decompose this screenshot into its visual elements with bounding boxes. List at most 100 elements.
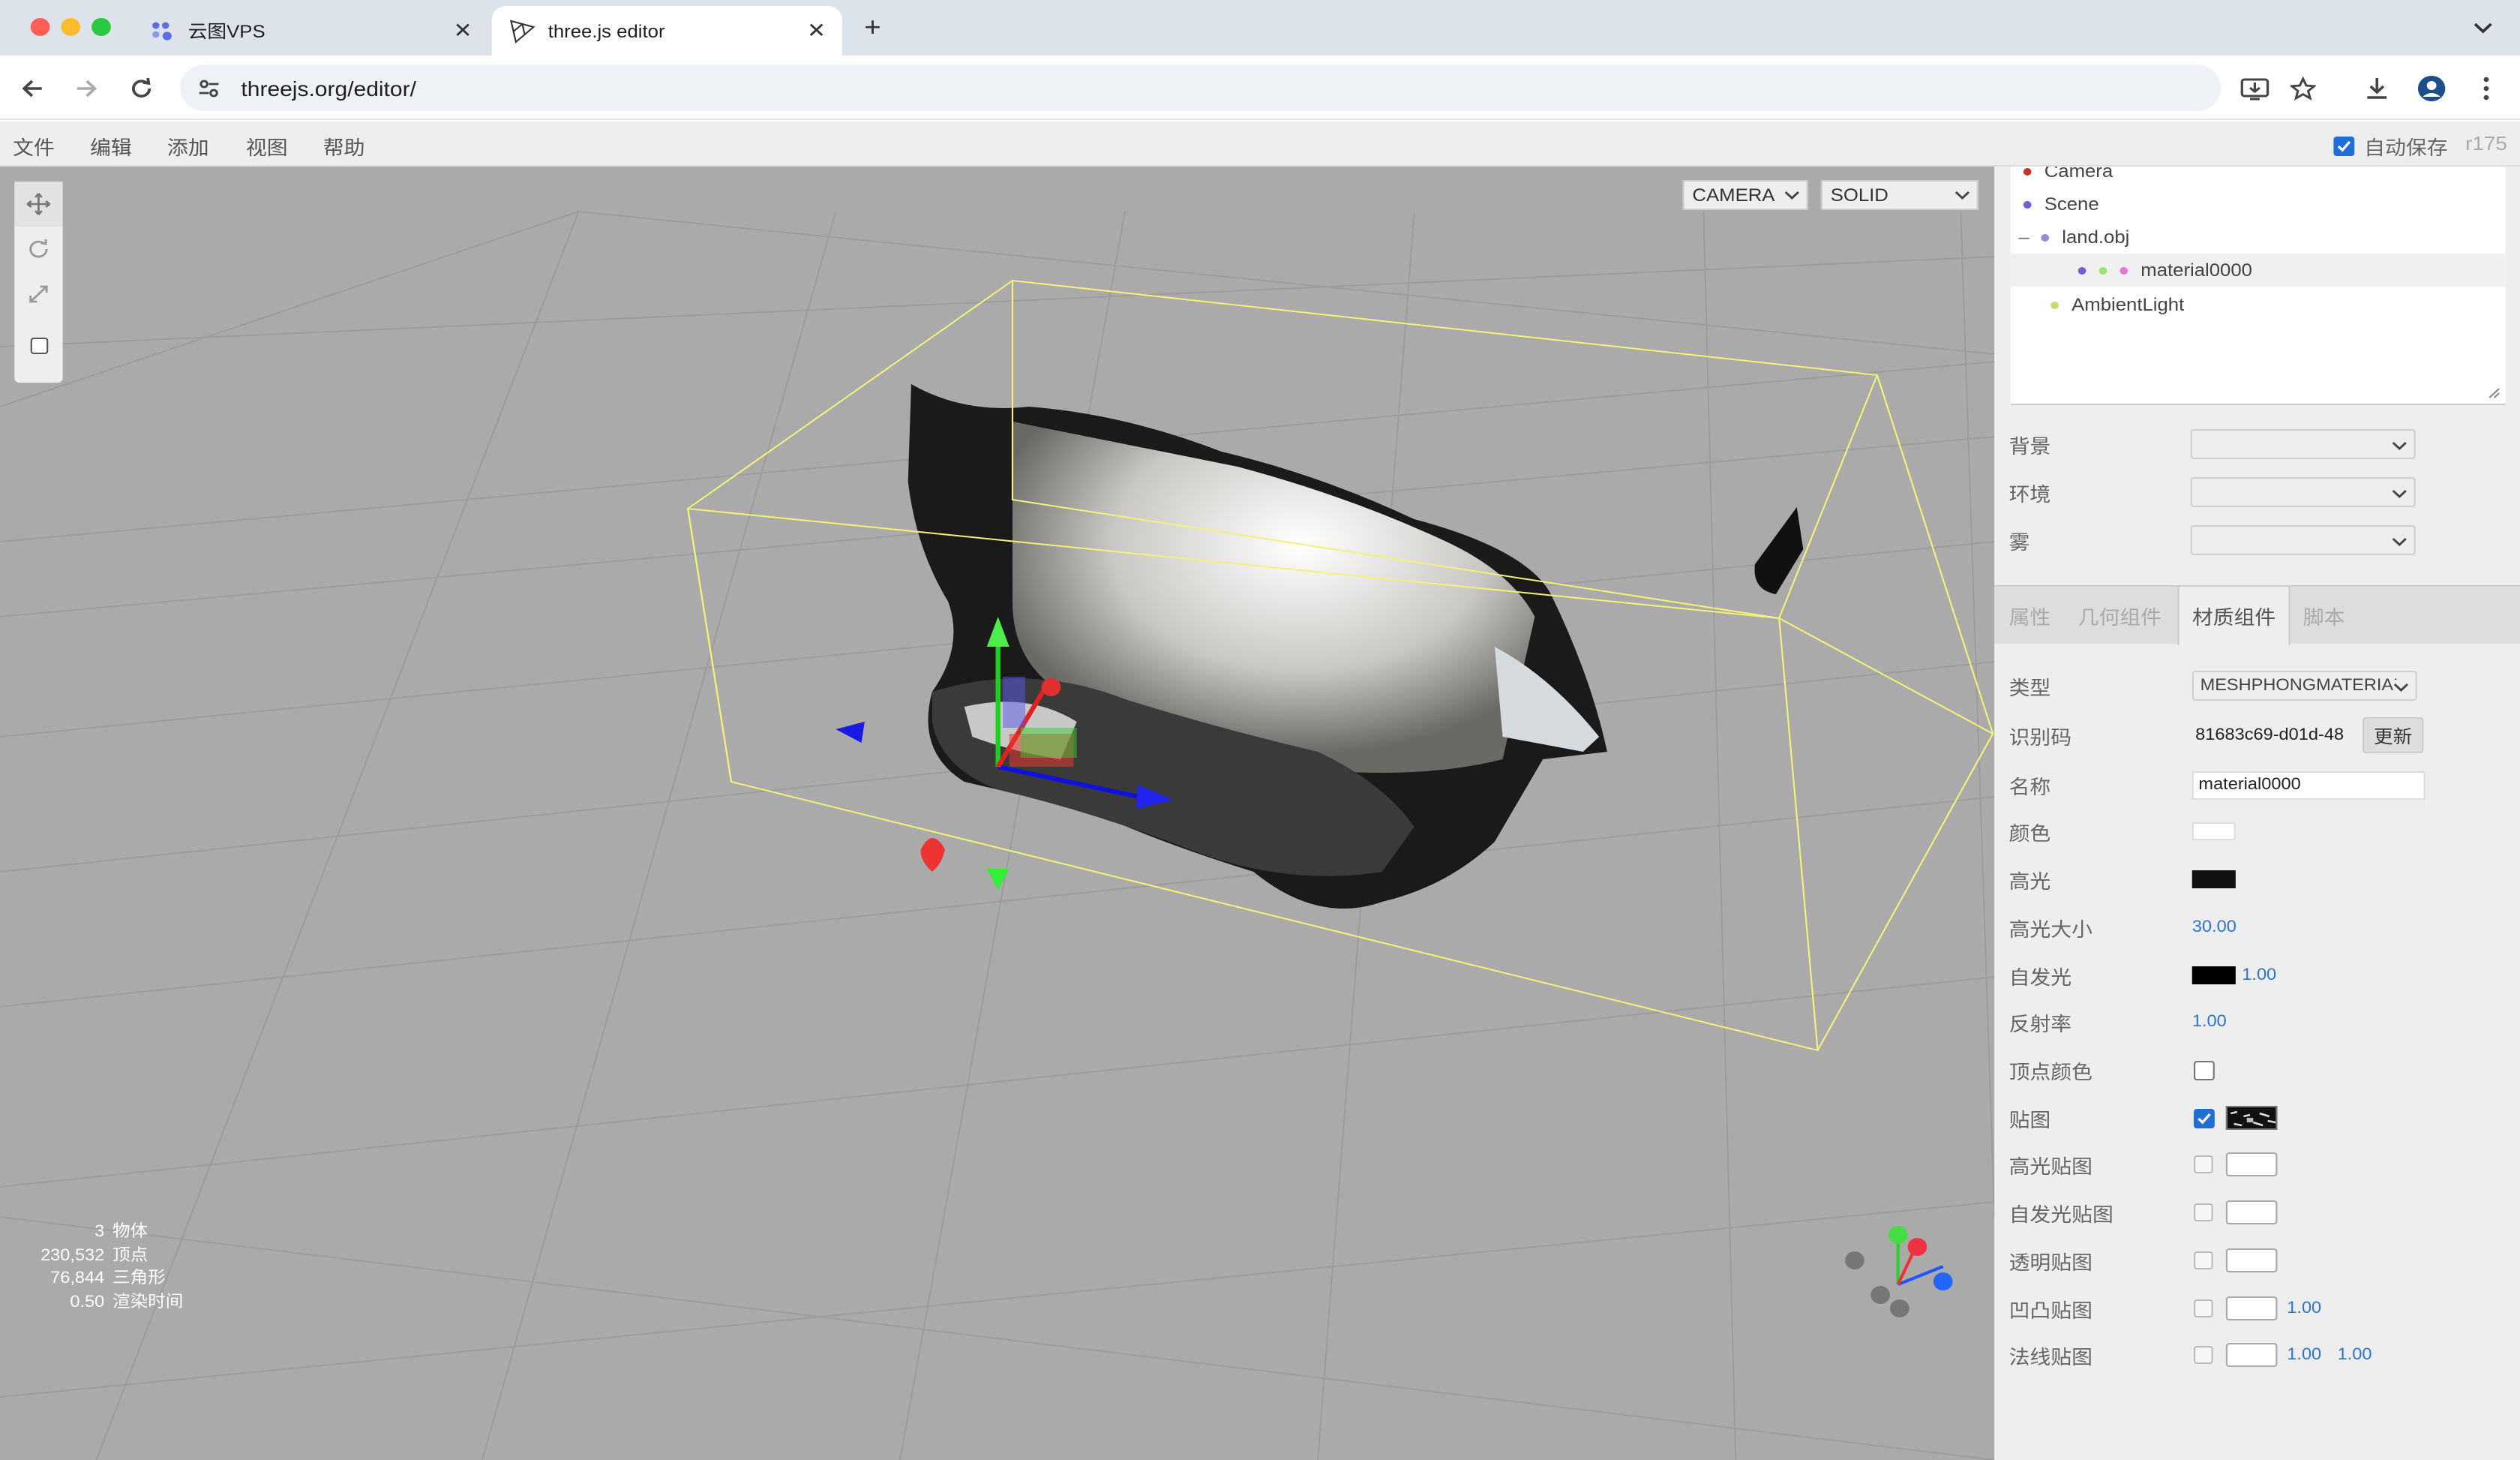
browser-tab-threejs[interactable]: three.js editor ✕: [491, 6, 842, 56]
material-specular-label: 高光: [2008, 870, 2051, 892]
specular-swatch[interactable]: [2192, 870, 2236, 888]
background-row: 背景: [2009, 429, 2416, 459]
window-maximize-button[interactable]: [92, 18, 111, 36]
normal-map-checkbox[interactable]: [2194, 1346, 2213, 1364]
shading-select[interactable]: SOLID: [1820, 180, 1978, 210]
bookmark-button[interactable]: [2285, 72, 2320, 105]
vertex-colors-checkbox[interactable]: [2194, 1060, 2215, 1080]
menu-view[interactable]: 视图: [246, 132, 288, 161]
outliner-item-ambientlight[interactable]: AmbientLight: [2050, 288, 2184, 321]
material-alpha-map-row: 透明贴图: [2009, 1242, 2278, 1278]
background-select[interactable]: [2190, 429, 2416, 459]
normal-map-slot[interactable]: [2225, 1343, 2278, 1367]
rotate-tool-button[interactable]: [14, 227, 62, 272]
local-checkbox[interactable]: [29, 337, 48, 353]
bump-map-checkbox[interactable]: [2194, 1299, 2213, 1317]
view-helper-icon[interactable]: [1845, 1226, 1953, 1317]
uuid-update-button[interactable]: 更新: [2362, 717, 2424, 753]
tab-search-button[interactable]: [2465, 12, 2500, 45]
fog-label: 雾: [2008, 530, 2030, 553]
menu-file[interactable]: 文件: [13, 132, 55, 161]
material-name-input[interactable]: material0000: [2192, 771, 2426, 799]
forward-button[interactable]: [69, 72, 104, 105]
tab-title: three.js editor: [548, 20, 665, 41]
normal-scale-x-value[interactable]: 1.00: [2287, 1346, 2321, 1364]
bump-map-slot[interactable]: [2225, 1296, 2278, 1320]
tab-geometry[interactable]: 几何组件: [2078, 587, 2162, 645]
tab-material[interactable]: 材质组件: [2177, 587, 2290, 645]
environment-select[interactable]: [2190, 477, 2416, 507]
alpha-map-checkbox[interactable]: [2194, 1251, 2213, 1269]
local-space-toggle[interactable]: [14, 323, 62, 368]
translate-tool-button[interactable]: [14, 182, 63, 227]
specular-map-label: 高光贴图: [2008, 1155, 2093, 1177]
viewport[interactable]: CAMERA SOLID 3 物体 230,532 顶点 76,844 三角形 0.5…: [0, 167, 1995, 1460]
material-dot-icon: [2120, 266, 2128, 274]
scan-model[interactable]: [908, 384, 1804, 909]
outliner-item-material0000[interactable]: material0000: [2010, 254, 2506, 287]
url-text: threejs.org/editor/: [241, 76, 416, 100]
install-icon: [2240, 78, 2270, 101]
tab-script[interactable]: 脚本: [2303, 587, 2345, 645]
specular-map-slot[interactable]: [2225, 1152, 2278, 1176]
material-type-row: 类型 MESHPHONGMATERIAL: [2009, 668, 2417, 704]
collapse-toggle-icon[interactable]: –: [2018, 227, 2041, 248]
arrow-left-icon: [22, 80, 42, 98]
specular-map-checkbox[interactable]: [2194, 1155, 2213, 1173]
camera-select-value: CAMERA: [1692, 185, 1775, 206]
url-host: threejs.org: [241, 76, 348, 100]
fog-select[interactable]: [2190, 525, 2416, 555]
normal-scale-y-value[interactable]: 1.00: [2338, 1346, 2372, 1364]
scene-outliner[interactable]: Camera Scene – land.obj material0000 Amb…: [2010, 167, 2506, 405]
alpha-map-slot[interactable]: [2225, 1248, 2278, 1272]
browser-tab-bar: 云图VPS ✕ three.js editor ✕ +: [0, 0, 2520, 56]
outliner-item-land-obj[interactable]: – land.obj: [2018, 221, 2129, 254]
rotate-icon: [29, 239, 48, 258]
shininess-value[interactable]: 30.00: [2192, 918, 2236, 936]
menu-add[interactable]: 添加: [167, 132, 209, 161]
color-swatch[interactable]: [2192, 822, 2236, 840]
outliner-item-camera[interactable]: Camera: [2023, 167, 2113, 188]
scale-tool-button[interactable]: [14, 272, 62, 317]
autosave-checkbox[interactable]: [2333, 137, 2355, 156]
material-uuid-row: 识别码 81683c69-d01d-48 更新: [2009, 717, 2424, 753]
material-color-label: 颜色: [2008, 822, 2051, 844]
window-minimize-button[interactable]: [61, 18, 81, 36]
site-settings-icon[interactable]: [196, 76, 221, 100]
map-checkbox[interactable]: [2194, 1108, 2215, 1128]
downloads-button[interactable]: [2360, 72, 2395, 105]
emissive-map-slot[interactable]: [2225, 1200, 2278, 1224]
window-close-button[interactable]: [30, 18, 50, 36]
autosave-toggle[interactable]: 自动保存: [2333, 132, 2448, 161]
map-thumbnail[interactable]: [2225, 1106, 2278, 1130]
material-specular-map-row: 高光贴图: [2009, 1146, 2278, 1182]
scene-canvas[interactable]: [0, 167, 1995, 1460]
camera-select[interactable]: CAMERA: [1682, 180, 1808, 210]
close-tab-icon[interactable]: ✕: [447, 18, 479, 44]
emissive-intensity-value[interactable]: 1.00: [2242, 966, 2276, 984]
resize-handle-icon[interactable]: [2488, 387, 2500, 399]
chevron-down-icon: [2392, 680, 2410, 695]
menu-edit[interactable]: 编辑: [90, 132, 132, 161]
back-button[interactable]: [14, 72, 50, 105]
material-type-select[interactable]: MESHPHONGMATERIAL: [2192, 671, 2417, 701]
reload-button[interactable]: [124, 72, 159, 105]
profile-button[interactable]: [2414, 72, 2450, 105]
material-shininess-label: 高光大小: [2008, 918, 2093, 940]
new-tab-button[interactable]: +: [856, 12, 889, 42]
material-uuid-value[interactable]: 81683c69-d01d-48: [2192, 726, 2353, 744]
bump-scale-value[interactable]: 1.00: [2287, 1299, 2321, 1317]
browser-menu-button[interactable]: [2468, 72, 2504, 105]
outliner-item-scene[interactable]: Scene: [2023, 188, 2099, 221]
install-app-button[interactable]: [2237, 72, 2272, 105]
browser-tab-yuntu[interactable]: 云图VPS ✕: [132, 6, 489, 56]
emissive-map-checkbox[interactable]: [2194, 1203, 2213, 1221]
sidebar: Camera Scene – land.obj material0000 Amb…: [1994, 167, 2520, 1460]
render-info: 3 物体 230,532 顶点 76,844 三角形 0.50 渲染时间: [16, 1221, 183, 1314]
menu-help[interactable]: 帮助: [323, 132, 365, 161]
reflectivity-value[interactable]: 1.00: [2192, 1013, 2227, 1031]
close-tab-icon[interactable]: ✕: [800, 18, 832, 44]
address-bar[interactable]: threejs.org/editor/: [180, 65, 2222, 111]
tab-properties[interactable]: 属性: [2009, 587, 2051, 645]
emissive-swatch[interactable]: [2192, 966, 2236, 984]
